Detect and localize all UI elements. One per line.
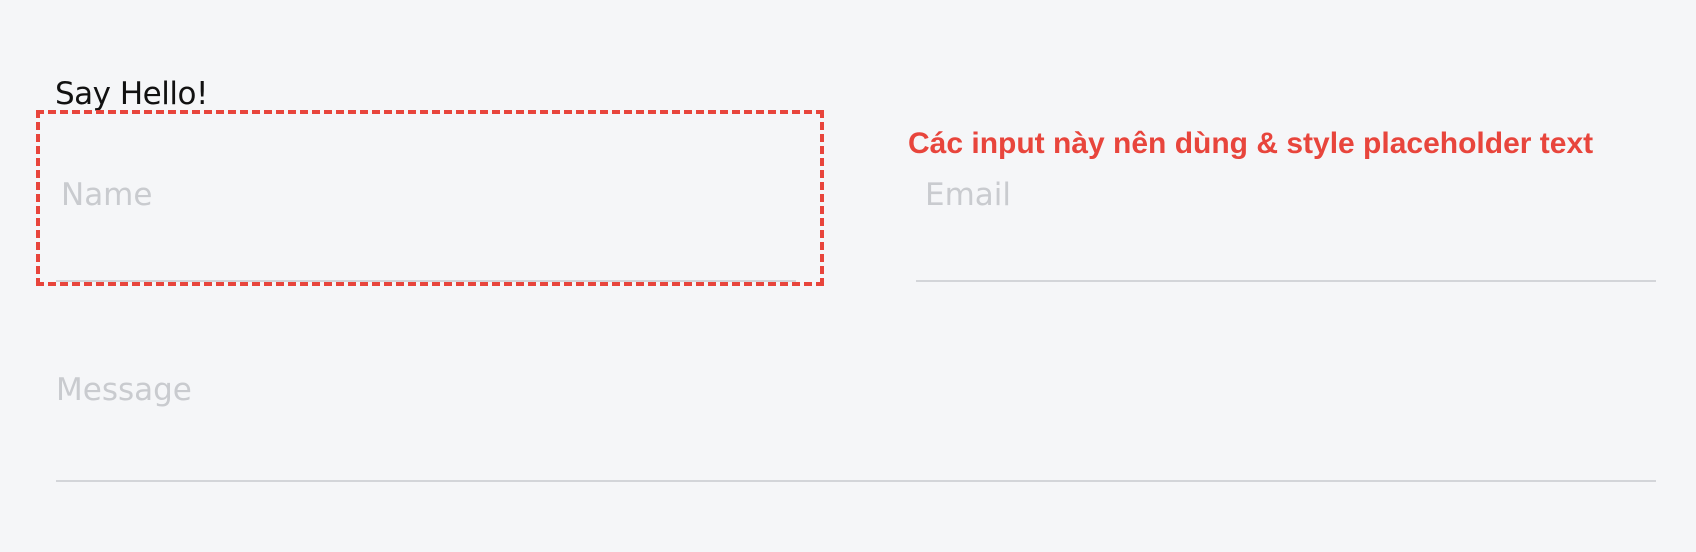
- email-field: [916, 168, 1656, 282]
- annotation-note: Các input này nên dùng & style placehold…: [908, 127, 1594, 160]
- message-field: [56, 368, 1656, 482]
- message-input[interactable]: [56, 368, 1656, 428]
- annotation-highlight-box: [36, 110, 824, 286]
- email-input[interactable]: [916, 168, 1656, 218]
- form-title: Say Hello!: [55, 76, 208, 112]
